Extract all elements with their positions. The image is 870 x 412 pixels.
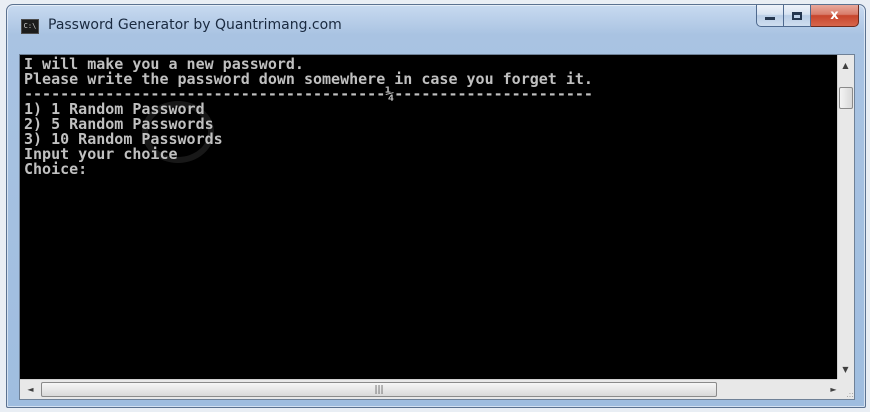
console-app-icon[interactable]: C:\ (21, 19, 39, 34)
console-output[interactable]: I will make you a new password. Please w… (20, 55, 846, 379)
close-icon: x (830, 8, 839, 23)
title-bar[interactable]: C:\ Password Generator by Quantrimang.co… (7, 5, 865, 51)
horizontal-scrollbar[interactable]: ◄ ||| ► (20, 379, 846, 399)
grip-icon: ||| (374, 384, 384, 395)
window-title: Password Generator by Quantrimang.com (48, 17, 342, 33)
scroll-left-icon[interactable]: ◄ (23, 381, 38, 397)
maximize-icon (792, 11, 802, 20)
scroll-down-icon[interactable]: ▼ (838, 361, 853, 377)
maximize-button[interactable] (784, 5, 811, 27)
size-grip-icon[interactable]: .:: (837, 379, 854, 399)
minimize-button[interactable] (756, 5, 784, 27)
minimize-icon (765, 17, 775, 20)
console-window: C:\ Password Generator by Quantrimang.co… (6, 4, 866, 408)
vertical-scrollbar[interactable]: ▲ ▼ (837, 55, 854, 379)
scroll-up-icon[interactable]: ▲ (838, 57, 853, 73)
vertical-scroll-thumb[interactable] (839, 87, 853, 109)
close-button[interactable]: x (811, 5, 859, 27)
choice-prompt[interactable]: Choice: (24, 162, 87, 177)
caption-buttons: x (756, 5, 859, 27)
horizontal-scroll-thumb[interactable]: ||| (41, 382, 717, 397)
console-area: I will make you a new password. Please w… (19, 54, 855, 400)
